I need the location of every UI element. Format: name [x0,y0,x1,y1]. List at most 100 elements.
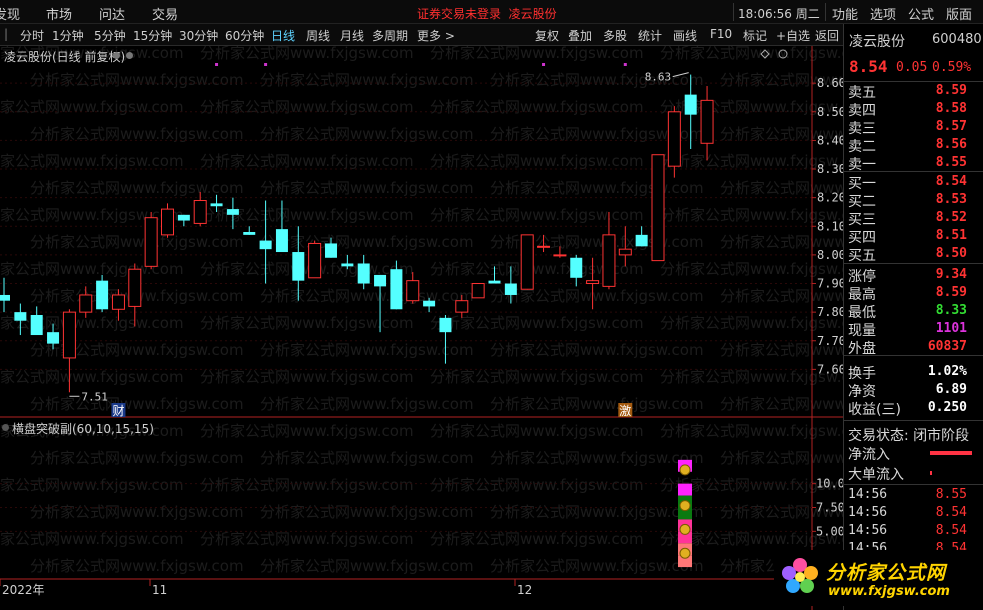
menu-item-options[interactable]: 选项 [870,4,896,23]
chart-canvas[interactable]: 分析家公式网www.fxjgsw.com 分析家公式网www.fxjgsw.com… [0,46,843,610]
candle-body [243,232,256,235]
price-tick-label: 8.10 [817,219,843,233]
watermark-text: 分析家公式网www.fxjgsw.com [200,422,414,440]
watermark-text: 分析家公式网www.fxjgsw.com [490,503,704,521]
tab-1min[interactable]: 1分钟 [52,27,84,44]
chart-title: 凌云股份(日线 前复权) [4,50,126,64]
draw-line-button[interactable]: 画线 [673,27,697,44]
big-inflow: 大单流入 [848,467,904,483]
adjust-button[interactable]: 复权 [535,27,559,44]
watermark-text: 分析家公式网www.fxjgsw.com [490,449,704,467]
candle-body [308,242,322,279]
add-watchlist-button[interactable]: +自选 [776,27,810,44]
settings-dot-icon[interactable] [126,52,133,59]
ask-row: 卖一 8.55 [848,155,967,173]
stock-code: 600480 [932,32,982,47]
tab-more[interactable]: 更多 > [417,27,455,44]
candle-body [635,234,648,247]
candle-body [700,99,714,144]
price-tick-label: 7.70 [817,334,843,348]
indicator-tick-label: 5.00 [816,524,843,538]
watermark-text: 分析家公式网www.fxjgsw.com [490,341,704,359]
candle-body [537,245,551,248]
price-tick-label: 8.50 [817,105,843,119]
watermark-text: 分析家公式网www.fxjgsw.com [200,530,414,548]
watermark-text: 分析家公式网www.fxjgsw.com [260,449,474,467]
tab-30min[interactable]: 30分钟 [179,27,218,44]
tab-monthly[interactable]: 月线 [340,27,364,44]
menu-item-discover[interactable]: 发现 [0,4,20,23]
tab-intraday[interactable]: 分时 [20,27,44,44]
indicator-tick-label: 10.00 [816,477,843,491]
candle-body [177,214,190,221]
tab-15min[interactable]: 15分钟 [133,27,172,44]
f10-button[interactable]: F10 [710,27,732,41]
multi-stock-button[interactable]: 多股 [603,27,627,44]
candle-body [586,280,600,285]
event-badge-label: 激 [619,404,631,418]
price-change-pct: 0.59% [932,60,972,75]
menu-item-trade[interactable]: 交易 [152,4,178,23]
watermark-text: 分析家公式网www.fxjgsw.com [200,46,414,62]
x-tick-label: 2022年 [2,583,45,597]
tab-daily[interactable]: 日线 [271,27,295,44]
watermark-text: 分析家公式网www.fxjgsw.com [720,449,843,467]
back-button[interactable]: 返回 [815,27,839,44]
watermark-text: 分析家公式网www.fxjgsw.com [260,233,474,251]
tab-multi-period[interactable]: 多周期 [372,27,408,44]
menu-divider [825,3,826,21]
candle-body [62,311,76,359]
mark-button[interactable]: 标记 [743,27,767,44]
candle-body [439,317,452,333]
watermark-text: 分析家公式网www.fxjgsw.com [0,530,184,548]
watermark-text: 分析家公式网www.fxjgsw.com [200,476,414,494]
candle-body [553,254,567,257]
tick-row: 14:56 8.55 [848,487,967,502]
signal-dot [542,63,546,66]
watermark-text: 分析家公式网www.fxjgsw.com [0,98,184,116]
watermark-text: 分析家公式网www.fxjgsw.com [660,46,843,62]
trade-state: 交易状态: 闭市阶段 [848,428,970,444]
watermark-text: 分析家公式网www.fxjgsw.com [30,503,244,521]
watermark-text: 分析家公式网www.fxjgsw.com [30,449,244,467]
menu-item-wenda[interactable]: 问达 [99,4,125,23]
watermark-text: 分析家公式网www.fxjgsw.com [30,233,244,251]
candle-body [30,315,43,336]
divider [844,171,983,172]
settings-dot-icon[interactable] [113,52,120,59]
menu-item-market[interactable]: 市场 [46,4,72,23]
watermark-text: 分析家公式网www.fxjgsw.com [720,395,843,413]
watermark-text: 分析家公式网www.fxjgsw.com [30,341,244,359]
kline-chart[interactable]: 分析家公式网www.fxjgsw.com 分析家公式网www.fxjgsw.com… [0,46,843,610]
candle-body [341,263,354,267]
stat-row: 净资 6.89 [848,382,967,400]
indicator-settings-icon[interactable] [2,424,9,431]
tab-weekly[interactable]: 周线 [306,27,330,44]
candle-body [128,268,142,307]
overlay-button[interactable]: 叠加 [568,27,592,44]
candle-body [14,312,27,321]
watermark-text: 分析家公式网www.fxjgsw.com [660,368,843,386]
menu-item-layout[interactable]: 版面 [946,4,972,23]
stat-row: 最高 8.59 [848,285,967,303]
candle-body [111,294,125,310]
candle-body [374,274,387,287]
menu-item-formula[interactable]: 公式 [908,4,934,23]
tab-5min[interactable]: 5分钟 [94,27,126,44]
money-bag-icon [679,523,691,535]
login-notice[interactable]: 证券交易未登录 凌云股份 [417,5,557,22]
price-tick-label: 8.40 [817,133,843,147]
menu-item-function[interactable]: 功能 [832,4,858,23]
stats-button[interactable]: 统计 [638,27,662,44]
flower-logo-icon [782,558,818,593]
indicator-bar [678,483,692,496]
watermark-text: 分析家公式网www.fxjgsw.com [430,368,644,386]
tab-60min[interactable]: 60分钟 [225,27,264,44]
watermark-text: 分析家公式网www.fxjgsw.com [260,341,474,359]
candle-body [226,209,239,215]
candle-body [79,294,93,313]
divider [844,263,983,264]
candle-body [504,283,517,295]
chevron-right-icon: > [444,29,455,43]
candle-body [0,294,10,301]
